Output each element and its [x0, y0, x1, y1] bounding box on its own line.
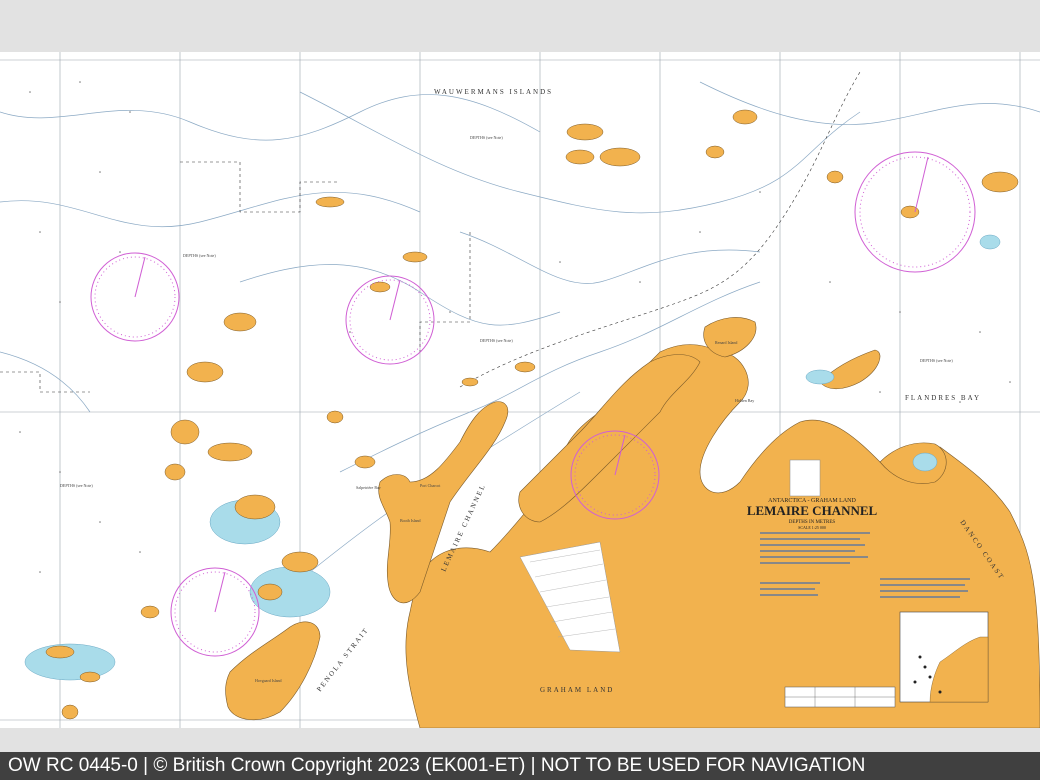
label-graham-land: GRAHAM LAND — [540, 686, 614, 694]
nautical-chart[interactable]: ANTARCTICA - GRAHAM LAND LEMAIRE CHANNEL… — [0, 52, 1040, 728]
copyright-footer: OW RC 0445-0 | © British Crown Copyright… — [0, 752, 1040, 780]
chart-title: LEMAIRE CHANNEL — [747, 503, 878, 518]
compass-rose-southwest — [170, 567, 260, 657]
label-renard-island: Renard Island — [715, 340, 737, 345]
renard-island — [703, 317, 757, 358]
top-band — [0, 0, 1040, 52]
chart-canvas[interactable]: ANTARCTICA - GRAHAM LAND LEMAIRE CHANNEL… — [0, 52, 1040, 728]
islet-northeast — [819, 349, 881, 390]
label-depths-note-5: DEPTHS (see Note) — [920, 358, 953, 363]
label-flandres-bay: FLANDRES BAY — [905, 394, 981, 402]
compass-rose-northeast — [854, 151, 976, 273]
compass-rose-west — [90, 252, 180, 342]
label-booth-island: Booth Island — [400, 518, 421, 523]
chart-scale: SCALE 1:25 000 — [798, 525, 826, 530]
label-depths-note-3: DEPTHS (see Note) — [480, 338, 513, 343]
label-depths-note-4: DEPTHS (see Note) — [60, 483, 93, 488]
hovgaard-island — [225, 621, 321, 721]
tidal-table — [784, 686, 896, 708]
label-port-charcot: Port Charcot — [420, 483, 441, 488]
label-penola-strait: PENOLA STRAIT — [315, 626, 370, 694]
label-wauwermans-islands: WAUWERMANS ISLANDS — [434, 88, 553, 96]
inset-diagram — [899, 611, 989, 703]
label-hovgaard-island: Hovgaard Island — [255, 678, 282, 683]
label-salpetriere-bay: Salpetrière Bay — [356, 485, 381, 490]
compass-rose-center — [345, 275, 435, 365]
label-depths-note-1: DEPTHS (see Note) — [470, 135, 503, 140]
label-depths-note-2: DEPTHS (see Note) — [183, 253, 216, 258]
label-hidden-bay: Hidden Bay — [735, 398, 754, 403]
